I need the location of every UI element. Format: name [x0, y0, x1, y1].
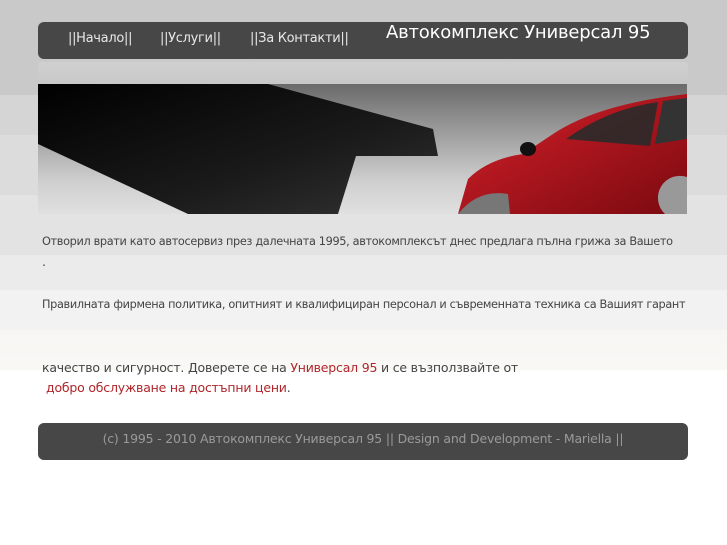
intro-paragraph-end: . [42, 254, 46, 269]
brand-link[interactable]: Универсал 95 [290, 360, 377, 375]
service-end: . [286, 380, 291, 395]
policy-paragraph: Правилната фирмена политика, опитният и … [42, 298, 686, 311]
nav-link-contacts[interactable]: ||За Контакти|| [250, 31, 349, 46]
banner-image [38, 84, 687, 214]
trust-text-a: качество и сигурност. Доверете се на [42, 360, 291, 375]
site-title: Автокомплекс Универсал 95 [386, 22, 651, 43]
banner-top-shade [38, 62, 688, 84]
nav-link-services[interactable]: ||Услуги|| [160, 31, 221, 46]
trust-paragraph: качество и сигурност. Доверете се на Уни… [42, 360, 518, 375]
nav-link-home[interactable]: ||Начало|| [68, 31, 132, 46]
footer-bar: (c) 1995 - 2010 Автокомплекс Универсал 9… [38, 423, 688, 460]
trust-text-b: и се възползвайте от [377, 360, 518, 375]
service-highlight: добро обслужване на достъпни цени [46, 380, 287, 395]
intro-paragraph: Отворил врати като автосервиз през далеч… [42, 235, 673, 248]
car-banner-graphic [38, 84, 687, 214]
service-paragraph: добро обслужване на достъпни цени. [46, 380, 291, 395]
footer-text: (c) 1995 - 2010 Автокомплекс Универсал 9… [102, 431, 624, 446]
